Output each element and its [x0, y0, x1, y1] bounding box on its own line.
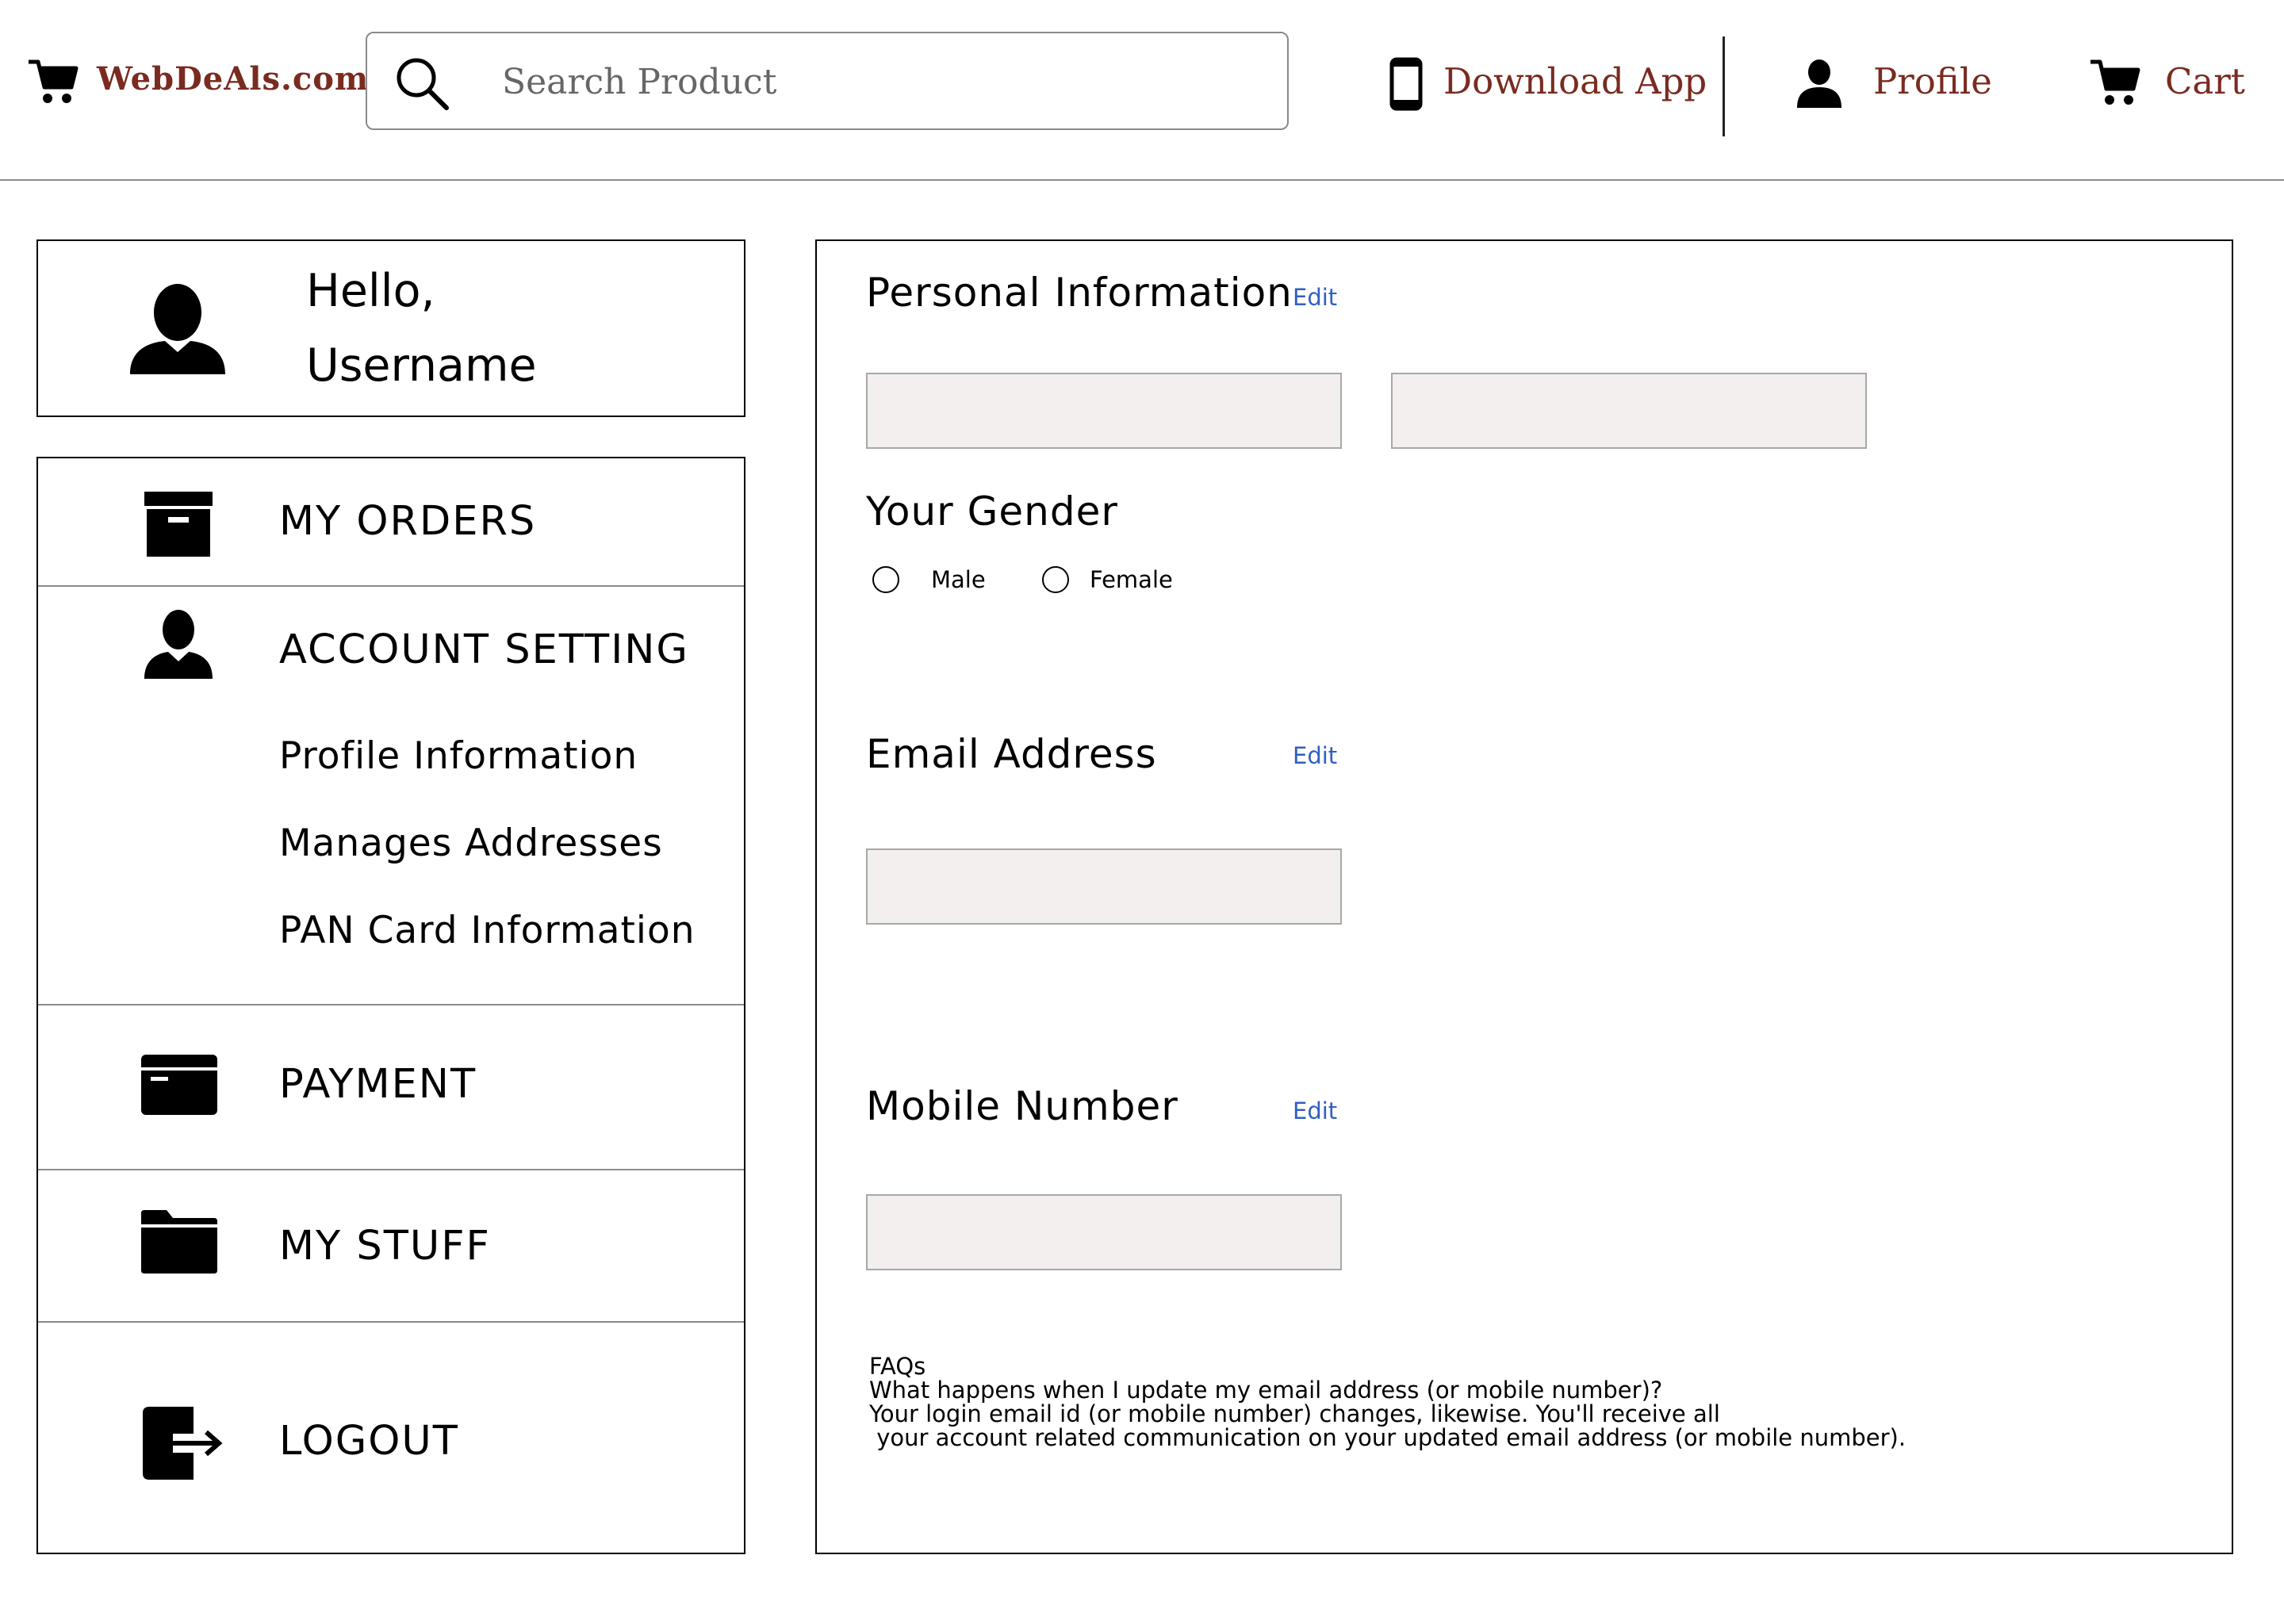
profile-icon — [1795, 59, 1843, 111]
sidebar-item-label: PAYMENT — [279, 1061, 477, 1108]
profile-link[interactable]: Profile — [1795, 56, 2002, 116]
sidebar-item-label: ACCOUNT SETTING — [279, 626, 689, 673]
download-app-link[interactable]: Download App — [1389, 56, 1707, 116]
header: WebDeAls.com Download App P — [0, 0, 2284, 179]
faq-heading: FAQs — [869, 1353, 926, 1380]
profile-label: Profile — [1873, 60, 1992, 102]
mobile-number-edit-link[interactable]: Edit — [1293, 1097, 1337, 1124]
user-icon — [144, 609, 213, 682]
sidebar-item-my-stuff[interactable]: MY STUFF — [38, 1170, 744, 1321]
cart-icon — [2089, 57, 2141, 111]
sidebar-subitem-profile-information[interactable]: Profile Information — [279, 734, 638, 778]
first-name-field[interactable] — [866, 373, 1342, 449]
phone-icon — [1389, 57, 1423, 114]
faq-section: FAQs What happens when I update my email … — [869, 1354, 1906, 1450]
header-divider — [1723, 36, 1725, 136]
sidebar-item-label: LOGOUT — [279, 1418, 459, 1465]
email-address-edit-link[interactable]: Edit — [1293, 742, 1337, 769]
sidebar-item-payment[interactable]: PAYMENT — [38, 1005, 744, 1169]
avatar-icon — [130, 282, 225, 377]
folder-icon — [141, 1210, 217, 1277]
faq-answer-line: Your login email id (or mobile number) c… — [869, 1400, 1720, 1427]
mobile-number-title: Mobile Number — [866, 1083, 1178, 1129]
greeting-line: Hello, — [306, 265, 435, 317]
email-address-title: Email Address — [866, 731, 1157, 777]
sidebar-subitem-manage-addresses[interactable]: Manages Addresses — [279, 822, 663, 865]
mobile-field[interactable] — [866, 1194, 1342, 1270]
cart-label: Cart — [2165, 60, 2245, 102]
credit-card-icon — [141, 1055, 217, 1118]
sidebar-menu: MY ORDERS ACCOUNT SETTING Profile Inform… — [36, 457, 745, 1554]
personal-information-title: Personal Information — [866, 270, 1293, 316]
male-label: Male — [931, 566, 986, 593]
sidebar-item-account-setting[interactable]: ACCOUNT SETTING — [38, 587, 744, 679]
sidebar-subitem-pan-card-information[interactable]: PAN Card Information — [279, 909, 696, 952]
greeting-card: Hello, Username — [36, 239, 745, 417]
female-radio[interactable] — [1042, 566, 1069, 593]
box-icon — [144, 492, 213, 560]
logout-icon — [143, 1407, 225, 1483]
email-field[interactable] — [866, 848, 1342, 925]
sidebar-item-logout[interactable]: LOGOUT — [38, 1323, 744, 1553]
cart-link[interactable]: Cart — [2089, 56, 2263, 116]
sidebar-item-my-orders[interactable]: MY ORDERS — [38, 458, 744, 585]
gender-option-female[interactable]: Female — [1042, 565, 1201, 596]
sidebar-item-label: MY ORDERS — [279, 498, 537, 545]
sidebar-item-label: MY STUFF — [279, 1223, 491, 1270]
logo[interactable]: WebDeAls.com — [27, 51, 368, 114]
male-radio[interactable] — [872, 566, 899, 593]
logo-text: WebDeAls.com — [97, 60, 370, 98]
gender-title: Your Gender — [866, 488, 1118, 534]
download-app-label: Download App — [1443, 60, 1707, 102]
female-label: Female — [1090, 566, 1173, 593]
search-bar[interactable] — [366, 32, 1289, 130]
search-icon[interactable] — [394, 56, 450, 114]
faq-answer-line: your account related communication on yo… — [869, 1424, 1907, 1451]
search-input[interactable] — [500, 57, 1265, 106]
header-bottom-divider — [0, 179, 2284, 181]
username: Username — [306, 339, 537, 392]
faq-question: What happens when I update my email addr… — [869, 1377, 1663, 1404]
cart-logo-icon — [27, 57, 79, 109]
last-name-field[interactable] — [1391, 373, 1867, 449]
gender-option-male[interactable]: Male — [872, 565, 999, 596]
personal-information-edit-link[interactable]: Edit — [1293, 284, 1337, 311]
